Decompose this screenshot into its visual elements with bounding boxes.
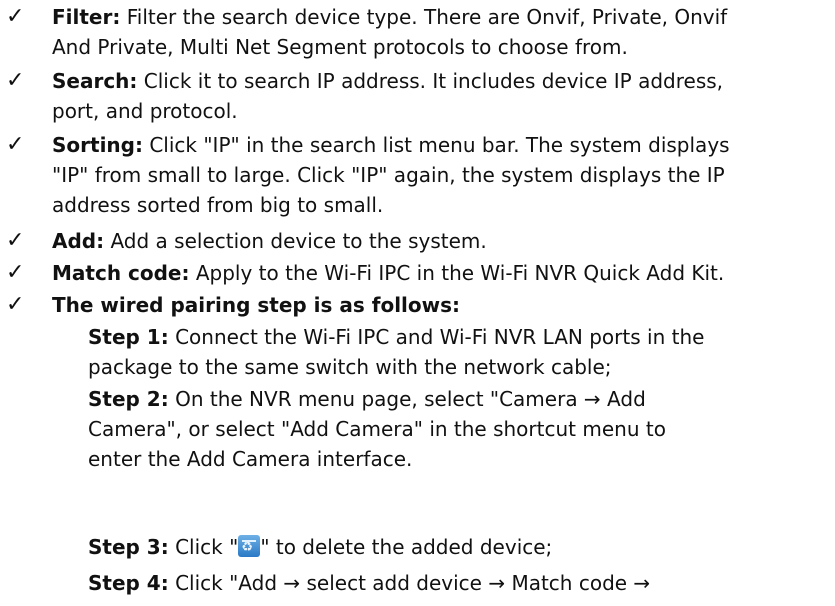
step-1: Step 1: Connect the Wi-Fi IPC and Wi-Fi …: [88, 322, 833, 382]
bullet-text: Match code: Apply to the Wi-Fi IPC in th…: [52, 258, 835, 288]
bullet-label: Filter:: [52, 5, 121, 29]
checkmark-icon: ✓: [6, 228, 25, 253]
step-line: " to delete the added device;: [260, 535, 553, 559]
bullet-label: Add:: [52, 229, 105, 253]
bullet-line: Filter the search device type. There are…: [126, 5, 728, 29]
document-page: ✓ Filter: Filter the search device type.…: [0, 0, 835, 606]
step-label: Step 3:: [88, 535, 169, 559]
recycle-bin-icon: [238, 535, 261, 557]
bullet-line: And Private, Multi Net Segment protocols…: [52, 35, 628, 59]
bullet-text: Sorting: Click "IP" in the search list m…: [52, 130, 835, 220]
step-line: enter the Add Camera interface.: [88, 447, 413, 471]
step-line: Click ": [175, 535, 239, 559]
bullet-line: Click it to search IP address. It includ…: [143, 69, 724, 93]
step-line: Camera", or select "Add Camera" in the s…: [88, 417, 666, 441]
step-label: Step 1:: [88, 325, 169, 349]
step-3: Step 3: Click " " to delete the added dev…: [88, 532, 833, 562]
checkmark-icon: ✓: [6, 292, 25, 317]
step-line: Click "Add → select add device → Match c…: [175, 571, 651, 595]
bullet-text: The wired pairing step is as follows:: [52, 290, 835, 320]
checkmark-icon: ✓: [6, 132, 25, 157]
bullet-label: Sorting:: [52, 133, 143, 157]
bullet-line: "IP" from small to large. Click "IP" aga…: [52, 163, 725, 187]
bullet-line: address sorted from big to small.: [52, 193, 384, 217]
step-label: Step 2:: [88, 387, 169, 411]
bullet-text: Filter: Filter the search device type. T…: [52, 2, 835, 62]
bullet-line: Apply to the Wi-Fi IPC in the Wi-Fi NVR …: [195, 261, 725, 285]
bullet-line: Add a selection device to the system.: [110, 229, 487, 253]
step-line: On the NVR menu page, select "Camera → A…: [175, 387, 646, 411]
bullet-label: The wired pairing step is as follows:: [52, 293, 461, 317]
bullet-line: Click "IP" in the search list menu bar. …: [149, 133, 730, 157]
step-line: Connect the Wi-Fi IPC and Wi-Fi NVR LAN …: [175, 325, 705, 349]
bullet-text: Search: Click it to search IP address. I…: [52, 66, 835, 126]
step-label: Step 4:: [88, 571, 169, 595]
bullet-label: Match code:: [52, 261, 190, 285]
checkmark-icon: ✓: [6, 260, 25, 285]
step-2: Step 2: On the NVR menu page, select "Ca…: [88, 384, 833, 474]
bullet-line: port, and protocol.: [52, 99, 238, 123]
step-4: Step 4: Click "Add → select add device →…: [88, 568, 833, 598]
checkmark-icon: ✓: [6, 4, 25, 29]
step-line: package to the same switch with the netw…: [88, 355, 612, 379]
bullet-label: Search:: [52, 69, 138, 93]
checkmark-icon: ✓: [6, 68, 25, 93]
bullet-text: Add: Add a selection device to the syste…: [52, 226, 835, 256]
